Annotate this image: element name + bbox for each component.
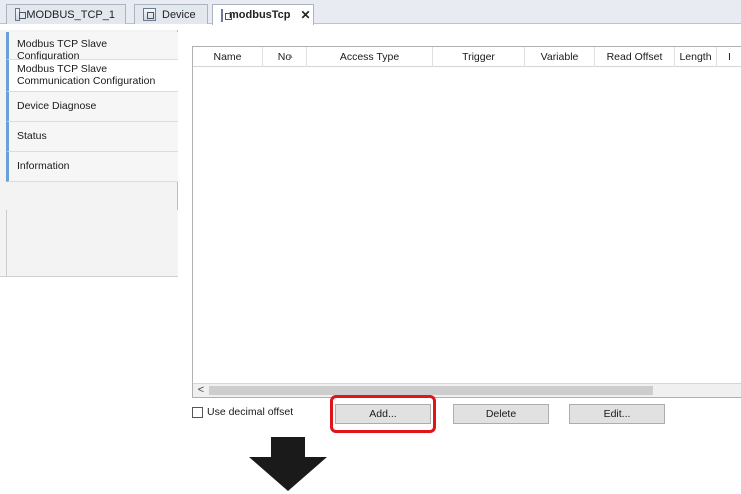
delete-button[interactable]: Delete xyxy=(453,404,549,424)
sidebar-item-information[interactable]: Information xyxy=(6,152,178,182)
tab-modbus-tcp-1[interactable]: MODBUS_TCP_1 xyxy=(6,4,126,24)
sidebar-item-label: Device Diagnose xyxy=(17,100,97,112)
table-header: Name No ▲ Access Type Trigger Variable Re… xyxy=(193,47,741,67)
tab-modbustcp[interactable]: modbusTcp ✕ xyxy=(212,4,314,25)
sidebar-item-label: Modbus TCP Slave Communication Configura… xyxy=(17,63,156,87)
use-decimal-offset-option[interactable]: Use decimal offset xyxy=(192,406,293,418)
column-header-access-type[interactable]: Access Type xyxy=(307,47,433,67)
device-icon xyxy=(143,8,156,21)
device-icon xyxy=(221,8,232,22)
sidebar-item-label: Information xyxy=(17,160,70,172)
sidebar-tab-list: Modbus TCP Slave Configuration Modbus TC… xyxy=(6,32,178,182)
use-decimal-offset-label: Use decimal offset xyxy=(207,406,294,418)
sidebar-item-label: Modbus TCP Slave Configuration xyxy=(17,38,108,62)
close-icon[interactable]: ✕ xyxy=(301,8,311,22)
sidebar-item-slave-configuration[interactable]: Modbus TCP Slave Configuration xyxy=(6,32,178,62)
sidebar-item-device-diagnose[interactable]: Device Diagnose xyxy=(6,92,178,122)
sidebar-item-slave-communication-configuration[interactable]: Modbus TCP Slave Communication Configura… xyxy=(6,60,178,92)
column-header-length[interactable]: Length xyxy=(675,47,717,67)
add-button[interactable]: Add... xyxy=(335,404,431,424)
column-header-trigger[interactable]: Trigger xyxy=(433,47,525,67)
tab-label: modbusTcp xyxy=(229,9,291,21)
sidebar-empty-area xyxy=(6,210,178,276)
tab-device[interactable]: Device xyxy=(134,4,208,24)
column-header-no[interactable]: No ▲ xyxy=(263,47,307,67)
editor-tab-bar: MODBUS_TCP_1 Device modbusTcp ✕ xyxy=(0,0,741,25)
edit-button[interactable]: Edit... xyxy=(569,404,665,424)
channel-table[interactable]: Name No ▲ Access Type Trigger Variable Re… xyxy=(192,46,741,398)
horizontal-scrollbar[interactable]: < xyxy=(193,383,741,397)
column-header-read-offset[interactable]: Read Offset xyxy=(595,47,675,67)
use-decimal-offset-checkbox[interactable] xyxy=(192,406,203,418)
scroll-left-icon[interactable]: < xyxy=(195,384,207,397)
down-arrow-icon xyxy=(249,437,327,491)
device-icon xyxy=(15,8,27,21)
config-sidebar: Modbus TCP Slave Configuration Modbus TC… xyxy=(0,30,178,434)
sort-ascending-icon: ▲ xyxy=(287,53,294,60)
tab-label: MODBUS_TCP_1 xyxy=(26,8,115,21)
communication-config-panel: Name No ▲ Access Type Trigger Variable Re… xyxy=(178,30,741,434)
sidebar-item-status[interactable]: Status xyxy=(6,122,178,152)
scrollbar-thumb[interactable] xyxy=(209,386,653,395)
sidebar-item-label: Status xyxy=(17,130,47,142)
column-header-name[interactable]: Name xyxy=(193,47,263,67)
tab-label: Device xyxy=(162,8,196,21)
column-header-variable[interactable]: Variable xyxy=(525,47,595,67)
column-header-i[interactable]: I xyxy=(717,47,741,67)
sidebar-lower-blank xyxy=(0,276,178,434)
